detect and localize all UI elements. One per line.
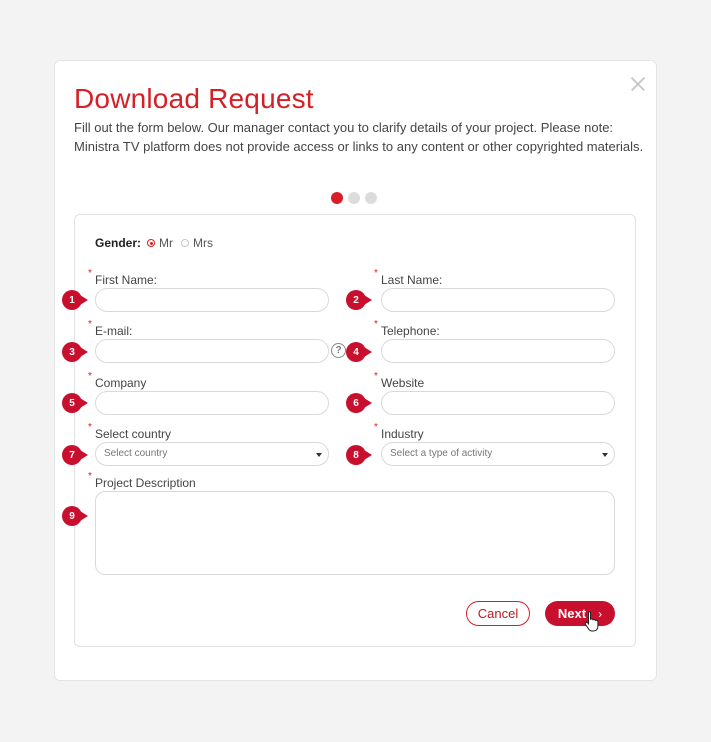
- required-mark: *: [88, 471, 92, 482]
- gender-option-label: Mr: [159, 236, 174, 250]
- dialog-intro: Fill out the form below. Our manager con…: [74, 118, 644, 156]
- step-indicator: [331, 192, 377, 204]
- website-input[interactable]: [381, 391, 615, 415]
- step-dot-1: [331, 192, 343, 204]
- industry-select-value: Select a type of activity: [390, 448, 493, 459]
- required-mark: *: [88, 422, 92, 433]
- required-mark: *: [88, 268, 92, 279]
- step-badge-7: 7: [62, 445, 88, 465]
- radio-icon[interactable]: [147, 239, 156, 247]
- gender-label: Gender:: [95, 236, 142, 250]
- required-mark: *: [88, 319, 92, 330]
- required-mark: *: [88, 371, 92, 382]
- next-button[interactable]: Next ›: [545, 601, 615, 626]
- step-badge-3: 3: [62, 342, 88, 362]
- gender-option-mr[interactable]: Mr: [147, 236, 173, 250]
- step-badge-9: 9: [62, 506, 88, 526]
- project-description-textarea[interactable]: [95, 491, 615, 575]
- hand-cursor-icon: [584, 611, 599, 632]
- step-badge-4: 4: [346, 342, 372, 362]
- radio-icon[interactable]: [181, 239, 190, 247]
- last-name-input[interactable]: [381, 288, 615, 312]
- intro-line-2: Ministra TV platform does not provide ac…: [74, 139, 644, 154]
- step-dot-2: [348, 192, 360, 204]
- download-request-dialog: Download Request Fill out the form below…: [54, 60, 657, 681]
- first-name-label: * First Name:: [88, 268, 158, 287]
- required-mark: *: [374, 422, 378, 433]
- description-label-text: Project Description: [95, 476, 196, 490]
- step-badge-1: 1: [62, 290, 88, 310]
- website-label: * Website: [374, 371, 425, 390]
- email-label-text: E-mail:: [95, 324, 133, 338]
- first-name-input[interactable]: [95, 288, 329, 312]
- dialog-title: Download Request: [74, 83, 314, 114]
- industry-label-text: Industry: [381, 427, 424, 441]
- last-name-label-text: Last Name:: [381, 273, 443, 287]
- step-dot-3: [365, 192, 377, 204]
- gender-group: Gender: Mr Mrs: [95, 236, 221, 250]
- country-select-value: Select country: [104, 448, 168, 459]
- company-label: * Company: [88, 371, 147, 390]
- step-badge-2: 2: [346, 290, 372, 310]
- dropdown-arrow-icon: [602, 453, 608, 457]
- gender-option-mrs[interactable]: Mrs: [181, 236, 213, 250]
- country-label-text: Select country: [95, 427, 172, 441]
- email-label: * E-mail:: [88, 319, 133, 338]
- last-name-label: * Last Name:: [374, 268, 443, 287]
- company-label-text: Company: [95, 376, 147, 390]
- close-icon[interactable]: [631, 77, 645, 91]
- dropdown-arrow-icon: [316, 453, 322, 457]
- step-badge-5: 5: [62, 393, 88, 413]
- required-mark: *: [374, 371, 378, 382]
- gender-option-label: Mrs: [193, 236, 214, 250]
- industry-select[interactable]: Select a type of activity: [381, 442, 615, 466]
- intro-line-1: Fill out the form below. Our manager con…: [74, 120, 614, 135]
- cancel-button[interactable]: Cancel: [466, 601, 530, 626]
- description-label: * Project Description: [88, 471, 196, 490]
- email-field[interactable]: [95, 339, 329, 363]
- country-label: * Select country: [88, 422, 172, 441]
- form-panel: Gender: Mr Mrs * First Name: 1 * Last Na…: [62, 214, 636, 647]
- website-label-text: Website: [381, 376, 425, 390]
- telephone-field[interactable]: [381, 339, 615, 363]
- step-badge-6: 6: [346, 393, 372, 413]
- country-select[interactable]: Select country: [95, 442, 329, 466]
- help-icon[interactable]: ?: [331, 343, 346, 358]
- required-mark: *: [374, 319, 378, 330]
- industry-label: * Industry: [374, 422, 424, 441]
- telephone-label-text: Telephone:: [381, 324, 440, 338]
- company-input[interactable]: [95, 391, 329, 415]
- telephone-label: * Telephone:: [374, 319, 440, 338]
- step-badge-8: 8: [346, 445, 372, 465]
- first-name-label-text: First Name:: [95, 273, 158, 287]
- required-mark: *: [374, 268, 378, 279]
- next-button-label: Next: [557, 606, 587, 621]
